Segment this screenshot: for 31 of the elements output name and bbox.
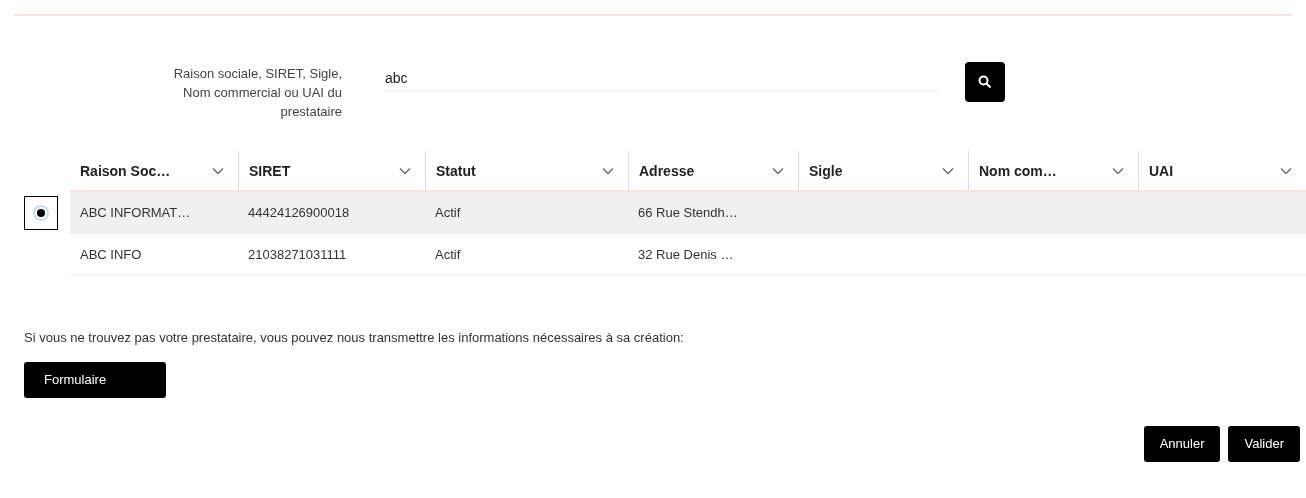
table-cell: Actif <box>435 205 461 221</box>
table-cell: 21038271031111 <box>248 246 347 262</box>
column-header[interactable]: Raison Soc… <box>80 160 171 182</box>
chevron-down-icon[interactable] <box>1112 167 1124 175</box>
table-cell: 32 Rue Denis … <box>638 246 734 262</box>
column-header[interactable]: Statut <box>436 160 476 182</box>
column-header[interactable]: Nom com… <box>979 160 1057 182</box>
table-cell: Actif <box>435 246 461 262</box>
column-header[interactable]: Sigle <box>809 160 843 182</box>
chevron-down-icon[interactable] <box>212 167 224 175</box>
radio-button[interactable] <box>24 196 58 230</box>
search-label: Raison sociale, SIRET, Sigle, Nom commercial ou UAI du prestataire <box>172 65 342 121</box>
table-cell: ABC INFORMAT… <box>80 205 191 221</box>
confirm-button[interactable]: Valider <box>1228 425 1300 462</box>
table-cell: 44424126900018 <box>248 205 350 221</box>
notice-text: Si vous ne trouvez pas votre prestataire, vous pouvez nous transmettre les informations nécessaires à sa création: <box>24 329 685 347</box>
column-header[interactable]: Adresse <box>639 160 695 182</box>
chevron-down-icon[interactable] <box>602 167 614 175</box>
chevron-down-icon[interactable] <box>942 167 954 175</box>
table-cell: ABC INFO <box>80 246 142 262</box>
column-header[interactable]: UAI <box>1149 160 1174 182</box>
chevron-down-icon[interactable] <box>1280 167 1292 175</box>
search-field[interactable]: abc <box>385 64 940 92</box>
column-header[interactable]: SIRET <box>249 160 291 182</box>
search-button[interactable] <box>965 62 1005 102</box>
cancel-button[interactable]: Annuler <box>1143 425 1221 462</box>
chevron-down-icon[interactable] <box>399 167 411 175</box>
chevron-down-icon[interactable] <box>772 167 784 175</box>
form-button[interactable]: Formulaire <box>24 361 166 398</box>
search-icon <box>978 75 992 89</box>
table-cell: 66 Rue Stendh… <box>638 205 738 221</box>
